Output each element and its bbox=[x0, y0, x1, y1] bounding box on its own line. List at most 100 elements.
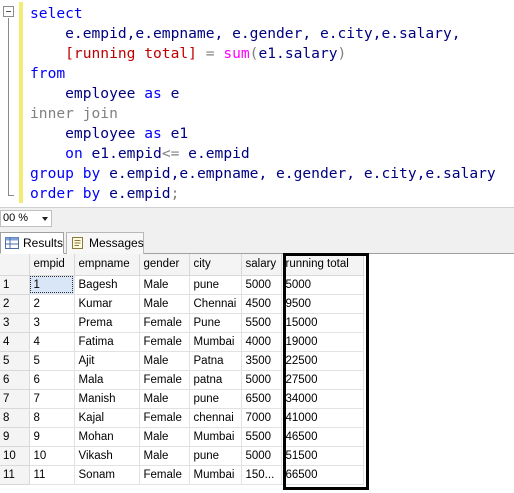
cell-empid[interactable]: 4 bbox=[29, 332, 75, 352]
tab-messages[interactable]: Messages bbox=[66, 232, 144, 254]
cell-city[interactable]: pune bbox=[189, 446, 242, 466]
cell-city[interactable]: chennai bbox=[189, 408, 242, 428]
cell-gender[interactable]: Male bbox=[139, 294, 190, 314]
cell-salary[interactable]: 5000 bbox=[241, 275, 282, 295]
table-row[interactable]: 3 3 Prema Female Pune 5500 15000 bbox=[0, 313, 514, 333]
cell-empname[interactable]: Ajit bbox=[74, 351, 140, 371]
table-row[interactable]: 7 7 Manish Male pune 6500 34000 bbox=[0, 389, 514, 409]
cell-gender[interactable]: Male bbox=[139, 427, 190, 447]
cell-gender[interactable]: Female bbox=[139, 313, 190, 333]
cell-salary[interactable]: 4000 bbox=[241, 332, 282, 352]
cell-salary[interactable]: 5500 bbox=[241, 313, 282, 333]
cell-salary[interactable]: 6500 bbox=[241, 389, 282, 409]
collapse-toggle-icon[interactable] bbox=[3, 6, 14, 17]
cell-running-total[interactable]: 9500 bbox=[281, 294, 364, 314]
table-row[interactable]: 11 11 Sonam Female Mumbai 150... 66500 bbox=[0, 465, 514, 485]
row-number-header[interactable] bbox=[0, 254, 30, 276]
row-number[interactable]: 8 bbox=[0, 408, 30, 428]
cell-city[interactable]: Mumbai bbox=[189, 465, 242, 485]
cell-empname[interactable]: Mohan bbox=[74, 427, 140, 447]
cell-gender[interactable]: Male bbox=[139, 389, 190, 409]
code-line[interactable]: select bbox=[30, 4, 496, 24]
cell-running-total[interactable]: 66500 bbox=[281, 465, 364, 485]
cell-running-total[interactable]: 22500 bbox=[281, 351, 364, 371]
table-row[interactable]: 1 1 Bagesh Male pune 5000 5000 bbox=[0, 275, 514, 295]
col-header-empid[interactable]: empid bbox=[29, 254, 75, 276]
cell-gender[interactable]: Female bbox=[139, 465, 190, 485]
cell-salary[interactable]: 150... bbox=[241, 465, 282, 485]
cell-empid[interactable]: 2 bbox=[29, 294, 75, 314]
cell-gender[interactable]: Female bbox=[139, 332, 190, 352]
cell-empname[interactable]: Kumar bbox=[74, 294, 140, 314]
cell-gender[interactable]: Male bbox=[139, 275, 190, 295]
row-number[interactable]: 7 bbox=[0, 389, 30, 409]
cell-city[interactable]: pune bbox=[189, 275, 242, 295]
cell-empid[interactable]: 3 bbox=[29, 313, 75, 333]
row-number[interactable]: 3 bbox=[0, 313, 30, 333]
code-line[interactable]: e.empid,e.empname, e.gender, e.city,e.sa… bbox=[30, 24, 496, 44]
table-row[interactable]: 6 6 Mala Female patna 5000 27500 bbox=[0, 370, 514, 390]
code-line[interactable]: employee as e1 bbox=[30, 124, 496, 144]
cell-empname[interactable]: Vikash bbox=[74, 446, 140, 466]
row-number[interactable]: 5 bbox=[0, 351, 30, 371]
cell-empname[interactable]: Prema bbox=[74, 313, 140, 333]
cell-empname[interactable]: Kajal bbox=[74, 408, 140, 428]
cell-empname[interactable]: Mala bbox=[74, 370, 140, 390]
chevron-down-icon[interactable] bbox=[42, 217, 48, 221]
cell-running-total[interactable]: 5000 bbox=[281, 275, 364, 295]
cell-running-total[interactable]: 34000 bbox=[281, 389, 364, 409]
results-table[interactable]: empid empname gender city salary running… bbox=[0, 254, 514, 485]
table-row[interactable]: 10 10 Vikash Male pune 5000 51500 bbox=[0, 446, 514, 466]
table-row[interactable]: 8 8 Kajal Female chennai 7000 41000 bbox=[0, 408, 514, 428]
code-line[interactable]: inner join bbox=[30, 104, 496, 124]
cell-empid[interactable]: 5 bbox=[29, 351, 75, 371]
col-header-city[interactable]: city bbox=[189, 254, 242, 276]
sql-editor[interactable]: select e.empid,e.empname, e.gender, e.ci… bbox=[0, 0, 514, 207]
zoom-select[interactable]: 00 % bbox=[0, 210, 52, 227]
cell-gender[interactable]: Male bbox=[139, 446, 190, 466]
cell-salary[interactable]: 5500 bbox=[241, 427, 282, 447]
code-line[interactable]: on e1.empid<= e.empid bbox=[30, 144, 496, 164]
cell-salary[interactable]: 3500 bbox=[241, 351, 282, 371]
results-grid[interactable]: empid empname gender city salary running… bbox=[0, 254, 514, 485]
cell-gender[interactable]: Female bbox=[139, 408, 190, 428]
table-row[interactable]: 4 4 Fatima Female Mumbai 4000 19000 bbox=[0, 332, 514, 352]
cell-gender[interactable]: Male bbox=[139, 351, 190, 371]
code-line[interactable]: group by e.empid,e.empname, e.gender, e.… bbox=[30, 164, 496, 184]
cell-city[interactable]: patna bbox=[189, 370, 242, 390]
row-number[interactable]: 4 bbox=[0, 332, 30, 352]
cell-city[interactable]: Pune bbox=[189, 313, 242, 333]
cell-running-total[interactable]: 27500 bbox=[281, 370, 364, 390]
cell-running-total[interactable]: 46500 bbox=[281, 427, 364, 447]
cell-running-total[interactable]: 41000 bbox=[281, 408, 364, 428]
row-number[interactable]: 11 bbox=[0, 465, 30, 485]
cell-salary[interactable]: 4500 bbox=[241, 294, 282, 314]
table-row[interactable]: 9 9 Mohan Male Mumbai 5500 46500 bbox=[0, 427, 514, 447]
cell-empid[interactable]: 8 bbox=[29, 408, 75, 428]
col-header-empname[interactable]: empname bbox=[74, 254, 140, 276]
cell-empid[interactable]: 11 bbox=[29, 465, 75, 485]
cell-gender[interactable]: Female bbox=[139, 370, 190, 390]
row-number[interactable]: 2 bbox=[0, 294, 30, 314]
code-line[interactable]: [running total] = sum(e1.salary) bbox=[30, 44, 496, 64]
cell-salary[interactable]: 5000 bbox=[241, 370, 282, 390]
cell-empname[interactable]: Fatima bbox=[74, 332, 140, 352]
cell-running-total[interactable]: 15000 bbox=[281, 313, 364, 333]
cell-empname[interactable]: Bagesh bbox=[74, 275, 140, 295]
sql-code[interactable]: select e.empid,e.empname, e.gender, e.ci… bbox=[30, 4, 496, 204]
col-header-gender[interactable]: gender bbox=[139, 254, 190, 276]
cell-empid[interactable]: 10 bbox=[29, 446, 75, 466]
horizontal-scrollbar[interactable] bbox=[60, 211, 514, 227]
cell-empid[interactable]: 9 bbox=[29, 427, 75, 447]
cell-city[interactable]: pune bbox=[189, 389, 242, 409]
table-row[interactable]: 2 2 Kumar Male Chennai 4500 9500 bbox=[0, 294, 514, 314]
cell-salary[interactable]: 7000 bbox=[241, 408, 282, 428]
cell-empname[interactable]: Manish bbox=[74, 389, 140, 409]
code-line[interactable]: employee as e bbox=[30, 84, 496, 104]
col-header-running-total[interactable]: running total bbox=[281, 254, 364, 276]
row-number[interactable]: 9 bbox=[0, 427, 30, 447]
cell-empname[interactable]: Sonam bbox=[74, 465, 140, 485]
row-number[interactable]: 1 bbox=[0, 275, 30, 295]
cell-city[interactable]: Chennai bbox=[189, 294, 242, 314]
table-row[interactable]: 5 5 Ajit Male Patna 3500 22500 bbox=[0, 351, 514, 371]
